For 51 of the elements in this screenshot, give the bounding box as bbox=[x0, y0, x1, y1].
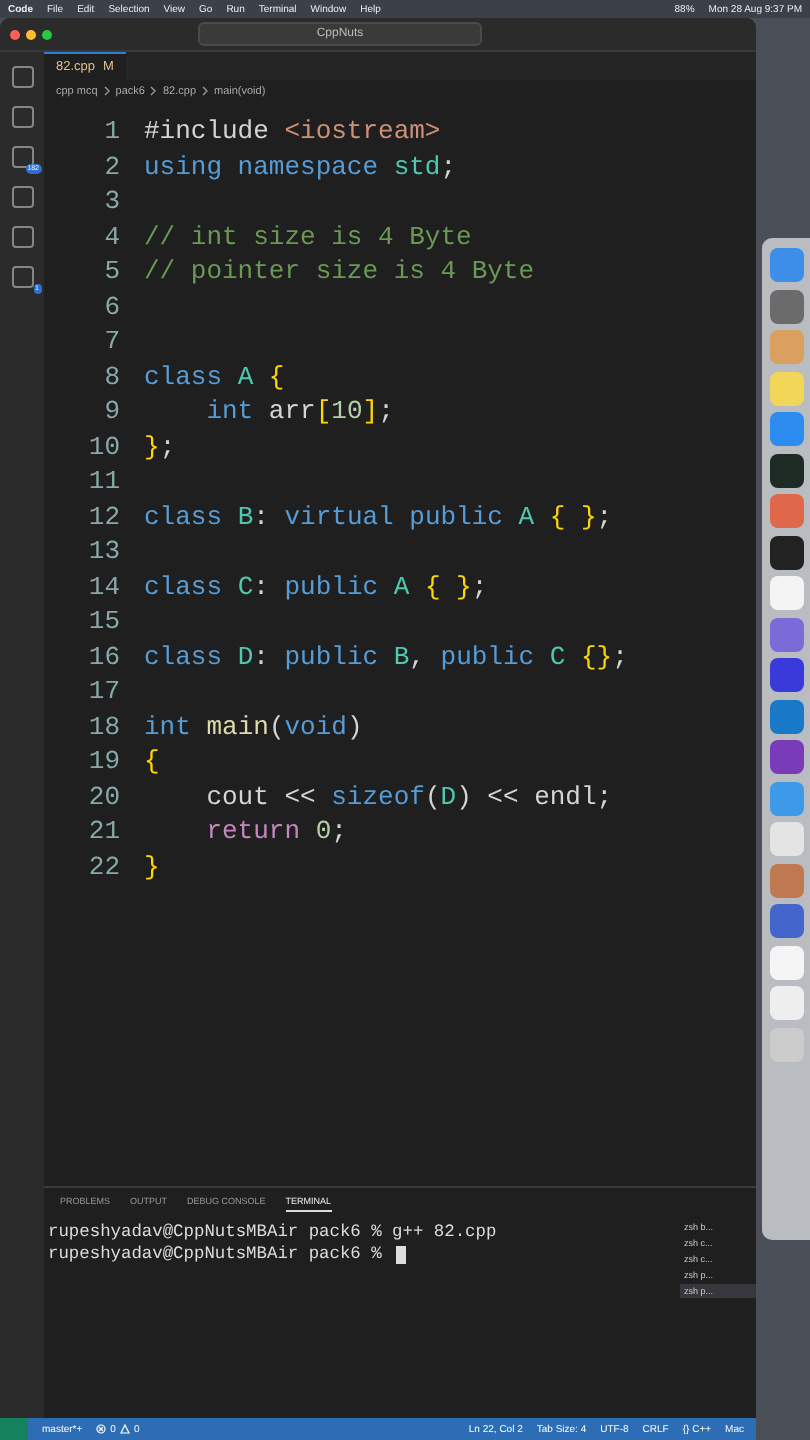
line-number: 14 bbox=[86, 571, 120, 602]
chevron-icon bbox=[202, 86, 208, 96]
code-line: }; bbox=[144, 431, 176, 462]
chevron-icon bbox=[150, 86, 157, 96]
line-number: 16 bbox=[86, 641, 120, 672]
line-number: 12 bbox=[86, 501, 120, 532]
line-number: 22 bbox=[86, 851, 120, 882]
line-number: 17 bbox=[86, 676, 120, 707]
line-number: 7 bbox=[102, 326, 120, 357]
terminal-line: rupeshyadav@CppNutsMBAir pack6 % bbox=[48, 1244, 384, 1264]
code-line: using namespace std; bbox=[144, 151, 457, 182]
line-number: 9 bbox=[102, 396, 120, 427]
code-line: { bbox=[144, 746, 160, 777]
error-icon bbox=[96, 1424, 107, 1434]
terminal-cursor bbox=[396, 1245, 407, 1263]
code-line: // int size is 4 Byte bbox=[144, 221, 472, 252]
code-line: cout << sizeof(D) << endl; bbox=[204, 781, 613, 812]
code-line: } bbox=[144, 851, 160, 882]
line-number: 6 bbox=[102, 291, 120, 322]
line-number: 8 bbox=[102, 361, 120, 392]
line-number: 11 bbox=[86, 466, 120, 497]
line-number: 21 bbox=[86, 816, 120, 847]
app-icon[interactable] bbox=[769, 453, 803, 487]
code-line: #include <iostream> bbox=[144, 116, 441, 147]
line-number: 15 bbox=[86, 606, 120, 637]
line-number: 5 bbox=[102, 256, 120, 287]
line-number: 4 bbox=[102, 221, 120, 252]
line-number: 2 bbox=[102, 151, 120, 182]
chevron-icon bbox=[103, 86, 110, 96]
close-window-button[interactable] bbox=[10, 29, 20, 39]
line-number: 20 bbox=[86, 781, 120, 812]
code-line: // pointer size is 4 Byte bbox=[144, 256, 535, 287]
code-line: int main(void) bbox=[144, 711, 363, 742]
minimize-window-button[interactable] bbox=[26, 29, 36, 39]
zoom-window-button[interactable] bbox=[42, 29, 52, 39]
line-number: 13 bbox=[86, 536, 120, 567]
line-number: 10 bbox=[86, 431, 120, 462]
app-icon[interactable] bbox=[769, 658, 803, 692]
app-icon[interactable] bbox=[769, 535, 803, 569]
code-line: class D: public B, public C {}; bbox=[144, 641, 628, 672]
code-line: int arr[10]; bbox=[204, 396, 394, 427]
code-line: class A { bbox=[144, 361, 285, 392]
line-number: 18 bbox=[86, 711, 120, 742]
line-number: 3 bbox=[102, 186, 120, 217]
line-number: 19 bbox=[86, 746, 120, 777]
terminal-line: rupeshyadav@CppNutsMBAir pack6 % g++ 82.cpp bbox=[48, 1222, 497, 1242]
line-number: 1 bbox=[102, 116, 120, 147]
code-line: return 0; bbox=[204, 816, 347, 847]
warning-icon bbox=[119, 1424, 130, 1434]
code-line: class B: virtual public A { }; bbox=[144, 501, 613, 532]
code-line: class C: public A { }; bbox=[144, 571, 488, 602]
